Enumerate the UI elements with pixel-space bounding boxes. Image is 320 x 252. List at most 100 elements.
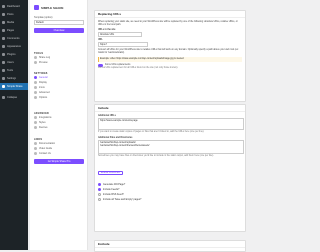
- contact-icon: [34, 152, 37, 155]
- users-icon: [2, 61, 5, 64]
- additional-urls-value: https://www.example.com/extra-page: [100, 120, 138, 122]
- tool-link-preview[interactable]: Preview: [34, 60, 84, 65]
- tool-link-label: Preview: [39, 61, 48, 64]
- wp-menu-label: Users: [7, 61, 14, 64]
- relative-url-description: Convert all URLs for your WordPress site…: [98, 49, 239, 54]
- additional-files-textarea[interactable]: /var/www/html/wp-content/uploads/ /var/w…: [98, 140, 244, 154]
- radio-on-icon: [98, 183, 101, 186]
- wp-menu-item-comments[interactable]: Comments: [0, 35, 28, 42]
- posts-icon: [2, 13, 5, 16]
- display-icon: [34, 81, 37, 84]
- appearance-icon: [2, 45, 5, 48]
- pages-icon: [2, 29, 5, 32]
- wp-menu-item-pages[interactable]: Pages: [0, 27, 28, 34]
- link-label: Contact Us: [39, 152, 51, 155]
- devices-icon: [34, 126, 37, 129]
- force-replace-help: Forces URL replacement for all URLs foun…: [98, 67, 179, 69]
- additional-files-help: Sometimes you may have files or director…: [98, 155, 214, 157]
- link-label: Video Guide: [39, 147, 53, 150]
- wp-menu-item-plugins[interactable]: Plugins: [0, 51, 28, 58]
- brand-logo-icon: [34, 5, 39, 10]
- wp-admin-sidebar: Dashboard Posts Media Pages Comments Appearan…: [0, 0, 28, 250]
- wp-menu-item-appearance[interactable]: Appearance: [0, 43, 28, 50]
- collapse-icon: [2, 96, 5, 99]
- location-label: Template (option): [34, 16, 53, 19]
- settings-link-options[interactable]: Options: [34, 95, 84, 100]
- url-type-select[interactable]: Absolute URL: [98, 32, 142, 37]
- advanced-link-label: Devices: [39, 126, 48, 129]
- additional-files-line: /var/www/html/wp-content/themes/theme/as…: [100, 145, 150, 147]
- additional-urls-help: If you want to create static copies of p…: [98, 131, 205, 133]
- video-icon: [34, 147, 37, 150]
- settings-link-label: Advanced: [39, 91, 50, 94]
- option-label: Include Feeds?: [103, 188, 120, 191]
- radio-off-icon: [98, 198, 101, 201]
- advanced-icon: [34, 91, 37, 94]
- option-include-save-empty[interactable]: Include all 'Save and Empty' pages?: [98, 197, 242, 202]
- wp-menu-label: Simple Share: [7, 85, 23, 88]
- styles-icon: [34, 121, 37, 124]
- brand-name: SIMPLE SHARE: [41, 5, 64, 10]
- include-options: Generate 404 Page? Include Feeds? Includ…: [98, 182, 242, 202]
- wp-menu-label: Dashboard: [7, 5, 20, 8]
- plugin-sidebar: SIMPLE SHARE Template (option) Default O…: [30, 0, 88, 250]
- wp-menu-item-settings[interactable]: Settings: [0, 75, 28, 82]
- option-label: Include RSS Feed?: [103, 193, 124, 196]
- comments-icon: [2, 37, 5, 40]
- wp-menu-label: Media: [7, 21, 15, 24]
- tools-links: Share Log Preview: [34, 55, 84, 65]
- advanced-link-label: Styles: [39, 121, 46, 124]
- wp-menu-item-collapse[interactable]: Collapse: [0, 94, 28, 101]
- wp-menu-label: Appearance: [7, 45, 21, 48]
- settings-link-label: Options: [39, 96, 48, 99]
- options-icon: [34, 96, 37, 99]
- link-label: Documentation: [39, 142, 56, 145]
- plugins-icon: [2, 53, 5, 56]
- wp-menu-label: Plugins: [7, 53, 16, 56]
- settings-icon: [2, 77, 5, 80]
- include-card: Include Additional URLs https://www.exam…: [94, 104, 246, 232]
- exclude-card: Exclude: [94, 240, 246, 252]
- radio-on-icon: [98, 188, 101, 191]
- additional-urls-textarea[interactable]: https://www.example.com/extra-page: [98, 118, 244, 130]
- wp-menu-label: Tools: [7, 69, 14, 72]
- settings-link-label: Display: [39, 81, 47, 84]
- upsell-button[interactable]: Go Simple Share Pro: [34, 159, 84, 164]
- location-select[interactable]: Default: [34, 20, 84, 25]
- advanced-link-devices[interactable]: Devices: [34, 125, 84, 130]
- card-description: When replacing your static site, we need…: [98, 21, 238, 26]
- media-icon: [2, 21, 5, 24]
- plugin-brand: SIMPLE SHARE: [34, 5, 64, 10]
- option-label: Include all 'Save and Empty' pages?: [103, 198, 142, 201]
- enable-directories-button[interactable]: Enable Directories: [98, 171, 123, 175]
- option-label: Generate 404 Page?: [103, 183, 126, 186]
- wp-menu-label: Comments: [7, 37, 20, 40]
- wp-menu-item-simple-share[interactable]: Simple Share: [0, 83, 28, 90]
- overview-button[interactable]: Overview: [34, 28, 84, 33]
- replacing-urls-card: Replacing URLs When replacing your stati…: [94, 10, 246, 102]
- url-input[interactable]: https://: [98, 42, 148, 47]
- wp-menu-label: Posts: [7, 13, 14, 16]
- link-contact[interactable]: Contact Us: [34, 151, 84, 156]
- tool-link-label: Share Log: [39, 56, 51, 59]
- wp-menu-item-media[interactable]: Media: [0, 19, 28, 26]
- log-icon: [34, 56, 37, 59]
- radio-off-icon: [98, 193, 101, 196]
- wp-menu-item-posts[interactable]: Posts: [0, 11, 28, 18]
- settings-link-label: Icons: [39, 86, 45, 89]
- wp-menu-item-tools[interactable]: Tools: [0, 67, 28, 74]
- card-title: Replacing URLs: [95, 11, 245, 18]
- wp-menu-label: Settings: [7, 77, 17, 80]
- advanced-link-label: Integrations: [39, 116, 52, 119]
- wp-menu-label: Collapse: [7, 96, 18, 99]
- simple-share-icon: [2, 85, 5, 88]
- wp-menu-item-users[interactable]: Users: [0, 59, 28, 66]
- tools-icon: [2, 69, 5, 72]
- integrations-icon: [34, 116, 37, 119]
- card-title: Include: [95, 105, 245, 112]
- wp-menu-item-dashboard[interactable]: Dashboard: [0, 3, 28, 10]
- docs-icon: [34, 142, 37, 145]
- icons-icon: [34, 86, 37, 89]
- settings-link-label: General: [39, 76, 48, 79]
- dashboard-icon: [2, 5, 5, 8]
